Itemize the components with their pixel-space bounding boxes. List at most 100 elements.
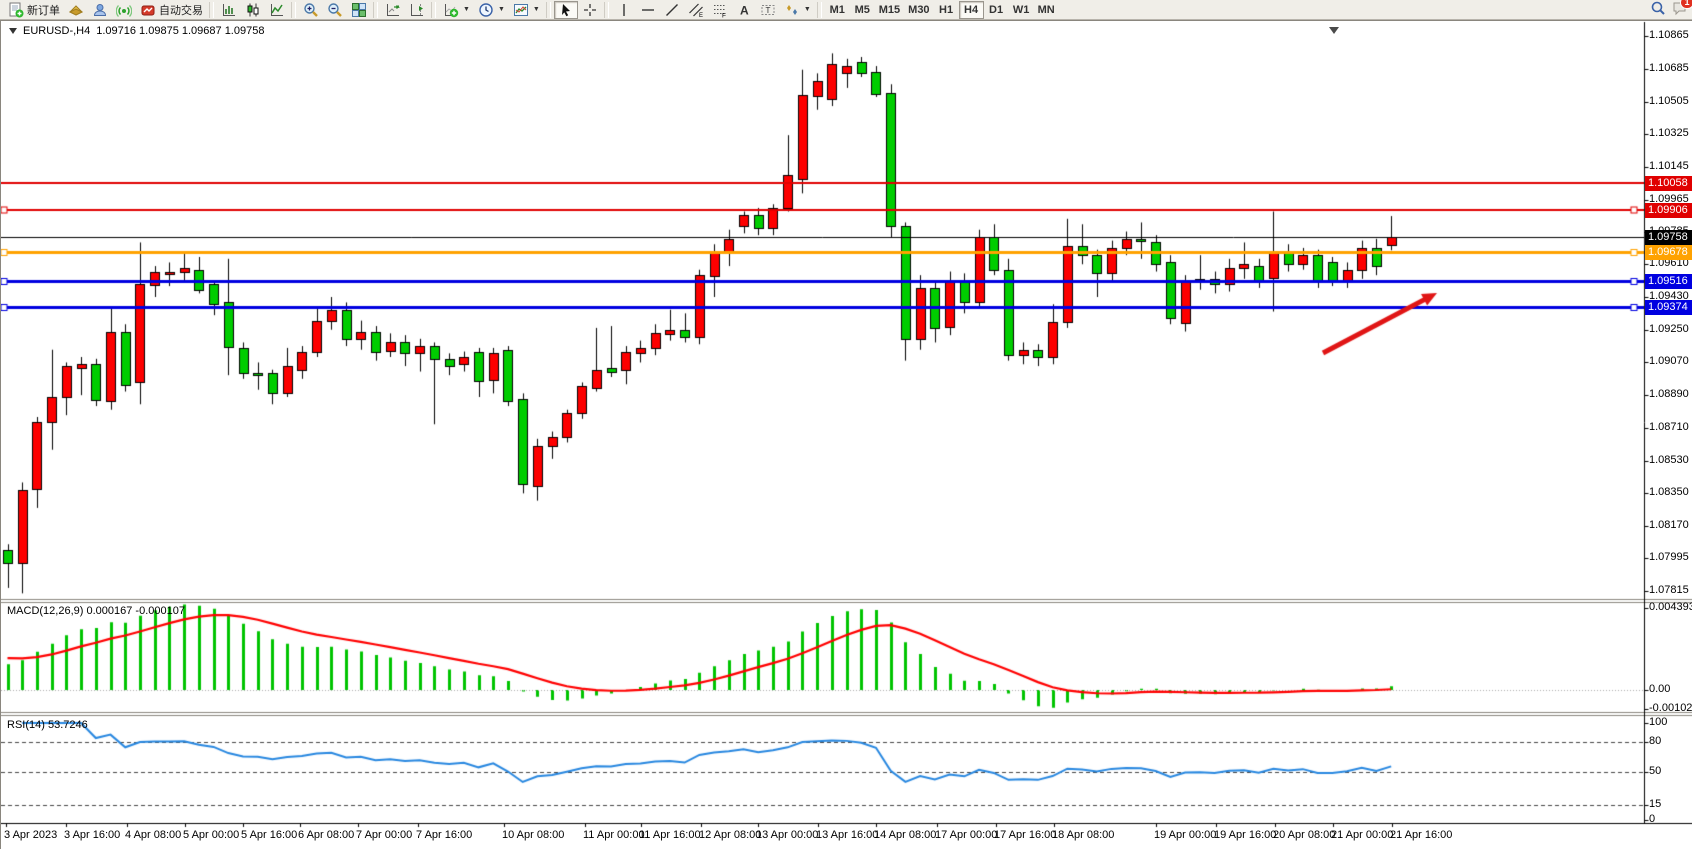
time-axis-label: 11 Apr 16:00 — [639, 829, 701, 841]
add-indicator-icon — [443, 2, 459, 18]
profile-button[interactable] — [88, 1, 112, 19]
dropdown-caret-icon[interactable]: ▼ — [463, 6, 470, 13]
tf-m15-button-label: M15 — [879, 4, 900, 16]
toolbar-group-trade: 新订单 自动交易 — [4, 0, 207, 20]
svg-text:A: A — [740, 3, 749, 17]
toolbar-group-draw: EFAT ▼ — [612, 0, 815, 20]
time-axis-label: 6 Apr 08:00 — [298, 829, 354, 841]
tf-h4-button[interactable]: H4 — [959, 1, 984, 19]
time-axis-label: 7 Apr 16:00 — [416, 829, 472, 841]
new-chart-button[interactable] — [64, 1, 88, 19]
tf-m30-button[interactable]: M30 — [904, 1, 933, 19]
dropdown-caret-icon[interactable]: ▼ — [533, 6, 540, 13]
cursor-button[interactable] — [554, 1, 578, 19]
macd-indicator-label: MACD(12,26,9) 0.000167 -0.000107 — [7, 605, 185, 617]
trendline-icon — [664, 2, 680, 18]
tf-w1-button[interactable]: W1 — [1009, 1, 1034, 19]
chart-shift-icon — [409, 2, 425, 18]
crosshair-button[interactable] — [578, 1, 602, 19]
time-axis-label: 12 Apr 08:00 — [699, 829, 761, 841]
chart-title: EURUSD-,H4 1.09716 1.09875 1.09687 1.097… — [9, 25, 264, 37]
toolbar-separator — [373, 2, 378, 18]
new-order-icon — [8, 2, 24, 18]
zoom-in-icon — [303, 2, 319, 18]
fibonacci-icon: F — [712, 2, 728, 18]
template-icon — [513, 2, 529, 18]
candlestick-button[interactable] — [241, 1, 265, 19]
trendline-button[interactable] — [660, 1, 684, 19]
toolbar-separator — [209, 2, 214, 18]
price-tag: 1.09516 — [1645, 274, 1692, 289]
chart-shift-button[interactable] — [405, 1, 429, 19]
toolbar-separator — [431, 2, 436, 18]
dropdown-caret-icon[interactable]: ▼ — [498, 6, 505, 13]
tf-d1-button[interactable]: D1 — [984, 1, 1009, 19]
chart-ohlc-values: 1.09716 1.09875 1.09687 1.09758 — [96, 25, 264, 37]
price-axis-tick: 1.07815 — [1649, 584, 1689, 596]
template-button[interactable]: ▼ — [509, 1, 544, 19]
auto-scroll-button[interactable] — [381, 1, 405, 19]
vline-button[interactable] — [612, 1, 636, 19]
toolbar-separator — [291, 2, 296, 18]
price-axis-tick: 1.10505 — [1649, 95, 1689, 107]
notification-badge: 1 — [1680, 0, 1692, 9]
toolbar-group-chart-type — [217, 0, 289, 20]
tf-mn-button[interactable]: MN — [1034, 1, 1059, 19]
hline-button[interactable] — [636, 1, 660, 19]
time-axis-label: 17 Apr 00:00 — [935, 829, 997, 841]
price-chart-canvas[interactable] — [1, 21, 1692, 849]
macd-axis-label: -0.001021 — [1649, 702, 1692, 714]
chart-symbol-period: EURUSD-,H4 — [23, 25, 90, 37]
tf-m15-button[interactable]: M15 — [875, 1, 904, 19]
line-chart-button[interactable] — [265, 1, 289, 19]
chart-window[interactable]: EURUSD-,H4 1.09716 1.09875 1.09687 1.097… — [0, 20, 1692, 849]
tf-m1-button[interactable]: M1 — [825, 1, 850, 19]
time-axis-label: 5 Apr 00:00 — [183, 829, 239, 841]
price-tag: 1.09678 — [1645, 245, 1692, 260]
channel-icon: E — [688, 2, 704, 18]
add-indicator-button[interactable]: ▼ — [439, 1, 474, 19]
chart-shift-marker-icon[interactable] — [1329, 27, 1339, 34]
time-axis-label: 7 Apr 00:00 — [356, 829, 412, 841]
bar-chart-button[interactable] — [217, 1, 241, 19]
tf-h1-button-label: H1 — [939, 4, 953, 16]
time-axis-label: 19 Apr 00:00 — [1154, 829, 1216, 841]
time-axis-label: 13 Apr 00:00 — [756, 829, 818, 841]
arrows-button[interactable]: ▼ — [780, 1, 815, 19]
text-button[interactable]: A — [732, 1, 756, 19]
fibonacci-button[interactable]: F — [708, 1, 732, 19]
collapse-triangle-icon[interactable] — [9, 28, 17, 34]
signal-icon — [116, 2, 132, 18]
new-order-button[interactable]: 新订单 — [4, 1, 64, 19]
price-axis-tick: 1.07995 — [1649, 551, 1689, 563]
rsi-axis-label: 15 — [1649, 798, 1661, 810]
time-axis-label: 11 Apr 00:00 — [583, 829, 645, 841]
channel-button[interactable]: E — [684, 1, 708, 19]
new-order-button-label: 新订单 — [27, 2, 60, 18]
zoom-out-button[interactable] — [323, 1, 347, 19]
search-icon[interactable] — [1650, 0, 1666, 21]
price-axis-tick: 1.08530 — [1649, 454, 1689, 466]
time-axis-label: 13 Apr 16:00 — [816, 829, 878, 841]
period-button[interactable]: ▼ — [474, 1, 509, 19]
tile-windows-button[interactable] — [347, 1, 371, 19]
toolbar-group-timeframes: M1M5 M15 M30 H1 H4D1W1MN — [825, 0, 1059, 20]
time-axis-label: 4 Apr 08:00 — [125, 829, 181, 841]
bar-chart-icon — [221, 2, 237, 18]
toolbar-separator — [604, 2, 609, 18]
tile-windows-icon — [351, 2, 367, 18]
zoom-out-icon — [327, 2, 343, 18]
signals-button[interactable] — [112, 1, 136, 19]
price-axis-tick: 1.08890 — [1649, 388, 1689, 400]
chat-icon[interactable]: 1 — [1672, 0, 1688, 21]
dropdown-caret-icon[interactable]: ▼ — [804, 6, 811, 13]
tf-h1-button[interactable]: H1 — [934, 1, 959, 19]
price-axis-tick: 1.10325 — [1649, 127, 1689, 139]
tf-m5-button[interactable]: M5 — [850, 1, 875, 19]
autotrading-button[interactable]: 自动交易 — [136, 1, 207, 19]
price-axis-tick: 1.08170 — [1649, 519, 1689, 531]
time-axis-label: 3 Apr 16:00 — [64, 829, 120, 841]
zoom-in-button[interactable] — [299, 1, 323, 19]
label-button[interactable]: T — [756, 1, 780, 19]
clock-icon — [478, 2, 494, 18]
